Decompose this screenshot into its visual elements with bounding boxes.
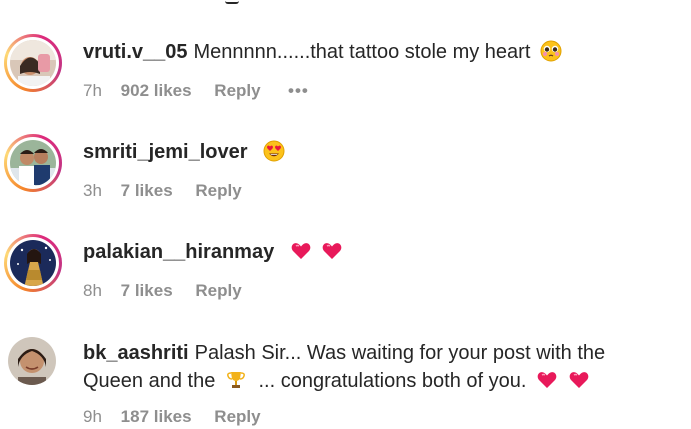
comment-text: bk_aashriti Palash Sir... Was waiting for… — [83, 339, 643, 399]
likes-count[interactable]: 187 likes — [121, 407, 192, 426]
comment-meta: 8h 7 likes Reply — [83, 279, 242, 303]
avatar-story-ring[interactable] — [4, 234, 62, 292]
avatar — [10, 140, 56, 186]
comment-body-line2a: Queen and the — [83, 370, 216, 392]
likes-count[interactable]: 902 likes — [121, 81, 192, 100]
heart-icon — [290, 240, 312, 270]
reply-button[interactable]: Reply — [195, 281, 241, 300]
comment-username[interactable]: palakian__hiranmay — [83, 241, 274, 263]
avatar — [10, 240, 56, 286]
comment-text: smriti_jemi_lover — [83, 138, 643, 170]
comment-username[interactable]: vruti.v__05 — [83, 41, 188, 63]
comment-time: 9h — [83, 407, 102, 426]
likes-count[interactable]: 7 likes — [121, 281, 173, 300]
avatar — [8, 337, 56, 385]
heart-icon — [321, 240, 343, 270]
comment-body: Mennnnn......that tattoo stole my heart — [193, 41, 531, 63]
heart-icon — [536, 369, 558, 399]
comment-meta: 7h 902 likes Reply ••• — [83, 79, 308, 103]
comment-text: vruti.v__05 Mennnnn......that tattoo stol… — [83, 38, 643, 70]
comment-text: palakian__hiranmay — [83, 238, 643, 270]
avatar — [10, 40, 56, 86]
previous-comment-clip — [0, 0, 691, 6]
comment-meta: 9h 187 likes Reply — [83, 405, 261, 429]
comment-body-line2b: ... congratulations both of you. — [258, 370, 527, 392]
comment-body-line1: Palash Sir... Was waiting for your post … — [194, 342, 606, 364]
trophy-icon — [225, 369, 247, 399]
comment-time: 3h — [83, 181, 102, 200]
comment-username[interactable]: bk_aashriti — [83, 342, 189, 364]
reply-button[interactable]: Reply — [214, 407, 260, 426]
comment-meta: 3h 7 likes Reply — [83, 179, 242, 203]
reply-button[interactable]: Reply — [214, 81, 260, 100]
comment-time: 8h — [83, 281, 102, 300]
avatar-container[interactable] — [4, 333, 62, 391]
more-options-icon[interactable]: ••• — [288, 79, 309, 103]
comment-time: 7h — [83, 81, 102, 100]
avatar-story-ring[interactable] — [4, 34, 62, 92]
reply-button[interactable]: Reply — [195, 181, 241, 200]
avatar-story-ring[interactable] — [4, 134, 62, 192]
pleading-face-icon — [540, 40, 562, 70]
heart-eyes-icon — [263, 140, 285, 170]
likes-count[interactable]: 7 likes — [121, 181, 173, 200]
heart-icon — [568, 369, 590, 399]
comment-username[interactable]: smriti_jemi_lover — [83, 141, 248, 163]
